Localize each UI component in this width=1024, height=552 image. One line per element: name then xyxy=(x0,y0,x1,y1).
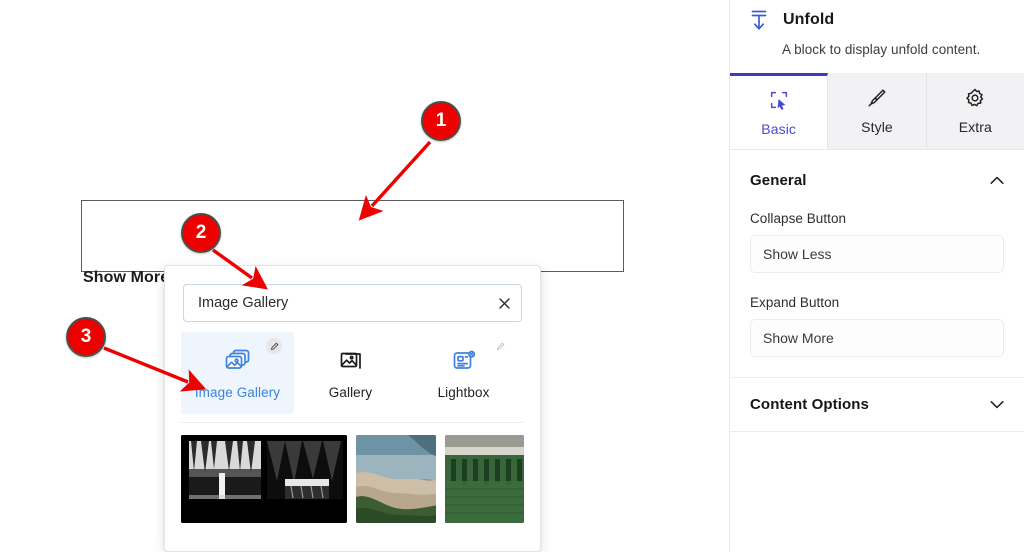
gallery-icon xyxy=(340,352,361,369)
block-settings-sidebar: Unfold A block to display unfold content… xyxy=(729,0,1024,552)
selected-block-outline[interactable]: + xyxy=(81,200,624,437)
block-tile-label: Image Gallery xyxy=(194,384,281,400)
expand-button-input[interactable] xyxy=(750,319,1004,358)
tab-basic[interactable]: Basic xyxy=(730,73,829,150)
image-gallery-icon xyxy=(225,349,249,369)
premium-badge-icon xyxy=(492,338,508,354)
section-content-options: Content Options xyxy=(730,378,1024,433)
preview-thumbnail-coastline xyxy=(356,435,436,523)
inserter-search-area xyxy=(165,266,540,322)
block-inserter-popup[interactable]: Image Gallery Gallery xyxy=(164,265,541,552)
block-tile-gallery[interactable]: Gallery xyxy=(294,332,407,414)
block-tile-image-gallery[interactable]: Image Gallery xyxy=(181,332,294,414)
section-general: General Collapse Button Expand Button xyxy=(730,150,1024,379)
block-tile-label: Gallery xyxy=(328,384,373,400)
editor-canvas: + Show More xyxy=(0,0,729,552)
chevron-up-icon[interactable] xyxy=(990,176,1004,185)
field-collapse-button: Collapse Button xyxy=(750,211,1004,274)
show-more-canvas-label: Show More xyxy=(83,269,170,286)
search-input[interactable] xyxy=(184,295,487,311)
block-title: Unfold xyxy=(783,11,835,28)
settings-tabs: Basic Style Extra xyxy=(730,73,1024,151)
field-label: Collapse Button xyxy=(750,211,847,227)
block-preview-row xyxy=(165,423,540,523)
close-icon[interactable] xyxy=(487,285,521,321)
tab-label: Extra xyxy=(958,119,992,136)
premium-badge-icon xyxy=(266,338,282,354)
section-title: General xyxy=(750,172,807,190)
tab-style[interactable]: Style xyxy=(828,73,927,150)
tab-label: Style xyxy=(861,119,893,136)
screenshot-root: + Show More xyxy=(0,0,1024,552)
block-tile-lightbox[interactable]: Lightbox xyxy=(407,332,520,414)
section-content-options-header[interactable]: Content Options xyxy=(750,396,1004,413)
field-expand-button: Expand Button xyxy=(750,295,1004,358)
preview-thumbnail-waterfall-bw xyxy=(181,435,348,523)
gear-icon xyxy=(966,88,984,107)
section-title: Content Options xyxy=(750,396,869,414)
tab-label: Basic xyxy=(761,120,797,137)
cursor-select-icon xyxy=(770,91,787,110)
section-general-header[interactable]: General xyxy=(750,172,1004,189)
chevron-down-icon[interactable] xyxy=(990,400,1004,409)
block-description: A block to display unfold content. xyxy=(782,42,981,57)
block-tile-label: Lightbox xyxy=(437,384,490,400)
lightbox-icon xyxy=(453,350,475,369)
block-results-grid: Image Gallery Gallery Lightbox xyxy=(165,322,540,414)
unfold-icon xyxy=(751,10,767,31)
search-box[interactable] xyxy=(183,284,522,322)
field-label: Expand Button xyxy=(750,295,840,311)
collapse-button-input[interactable] xyxy=(750,235,1004,274)
preview-thumbnail-aerial-field xyxy=(444,435,524,523)
sidebar-header: Unfold A block to display unfold content… xyxy=(730,0,1024,73)
tab-extra[interactable]: Extra xyxy=(926,73,1024,150)
paintbrush-icon xyxy=(868,89,886,107)
